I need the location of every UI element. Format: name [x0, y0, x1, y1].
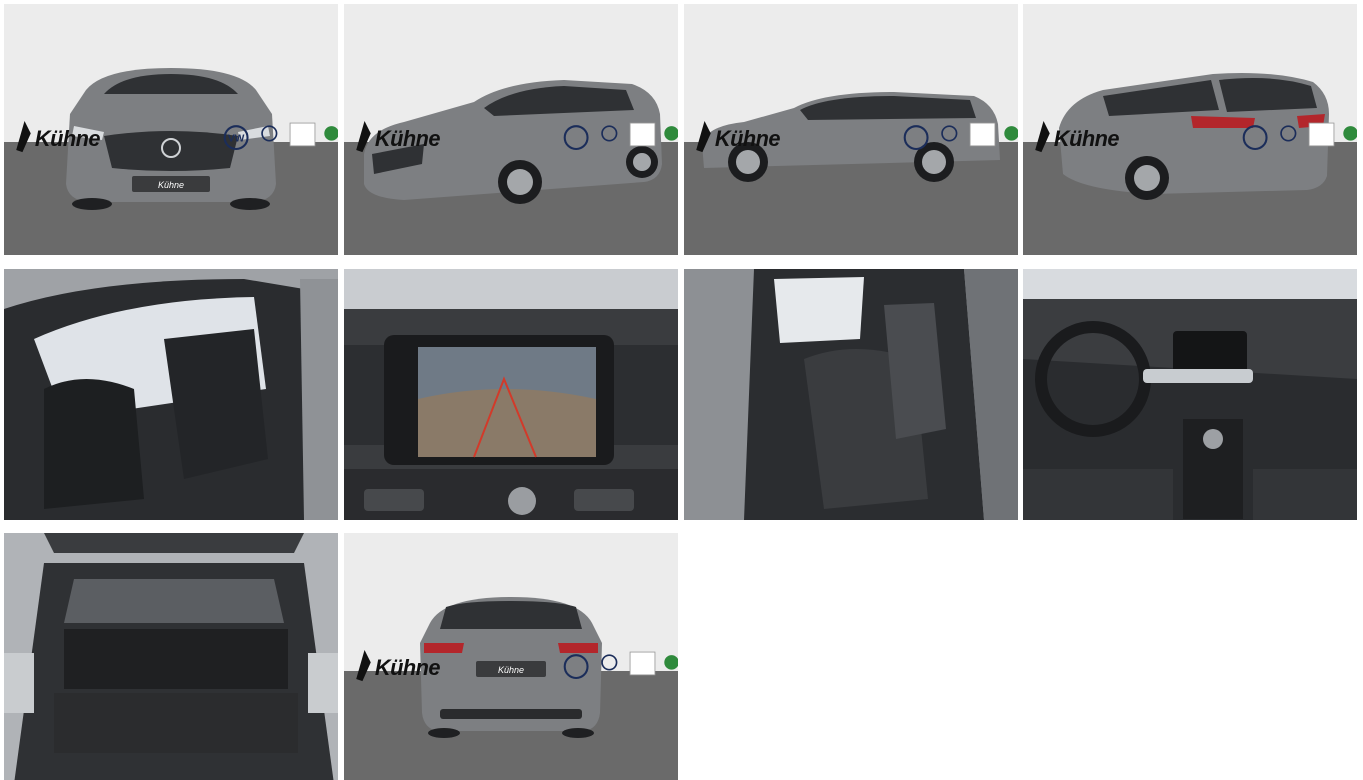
dashboard-image — [1023, 269, 1357, 520]
photo-rear-seats[interactable] — [684, 269, 1018, 520]
door-interior-image — [4, 269, 338, 520]
infotainment-image — [344, 269, 678, 520]
front-three-quarter-image — [344, 4, 678, 255]
photo-gallery: Kühne Kühne VW Kühne Kühne Kühne Kühne K… — [0, 0, 1363, 780]
side-image — [684, 4, 1018, 255]
photo-front-left-three-quarter[interactable]: Kühne — [344, 4, 678, 255]
front-view-image: Kühne — [4, 4, 338, 255]
rear-three-quarter-image — [1023, 4, 1357, 255]
photo-trunk[interactable] — [4, 533, 338, 780]
trunk-image — [4, 533, 338, 780]
rear-seats-image — [684, 269, 1018, 520]
rear-plate-text: Kühne — [498, 665, 524, 675]
photo-dashboard[interactable] — [1023, 269, 1357, 520]
photo-rear-view[interactable]: Kühne Kühne — [344, 533, 678, 780]
front-plate-text: Kühne — [158, 180, 184, 190]
photo-left-side[interactable]: Kühne — [684, 4, 1018, 255]
photo-driver-door-interior[interactable] — [4, 269, 338, 520]
photo-rear-left-three-quarter[interactable]: Kühne — [1023, 4, 1357, 255]
photo-front-view[interactable]: Kühne Kühne VW — [4, 4, 338, 255]
rear-view-image: Kühne — [344, 533, 678, 780]
photo-rear-camera-display[interactable] — [344, 269, 678, 520]
